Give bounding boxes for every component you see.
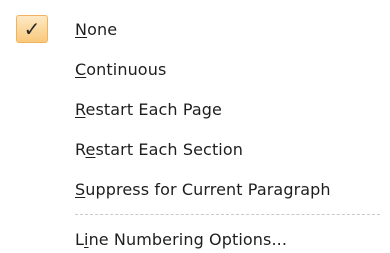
menu-item-line-numbering-options-label: Line Numbering Options... xyxy=(75,229,288,249)
menu-item-suppress-current-paragraph[interactable]: Suppress for Current Paragraph xyxy=(75,175,331,203)
menu-item-restart-each-page-label: Restart Each Page xyxy=(75,99,222,119)
menu-separator xyxy=(75,214,380,215)
line-numbering-menu: ✓ None Continuous Restart Each Page Rest… xyxy=(0,0,390,249)
checkmark-icon: ✓ xyxy=(16,15,48,43)
menu-item-suppress-current-paragraph-label: Suppress for Current Paragraph xyxy=(75,179,331,199)
menu-item-continuous-label: Continuous xyxy=(75,59,167,79)
menu-item-continuous[interactable]: Continuous xyxy=(75,55,166,83)
checkmark-glyph: ✓ xyxy=(23,17,41,41)
menu-item-restart-each-section[interactable]: Restart Each Section xyxy=(75,135,243,163)
menu-item-restart-each-page[interactable]: Restart Each Page xyxy=(75,95,222,123)
menu-item-restart-each-section-label: Restart Each Section xyxy=(75,139,243,159)
menu-item-none[interactable]: None xyxy=(75,15,117,43)
menu-item-none-label: None xyxy=(75,19,118,39)
